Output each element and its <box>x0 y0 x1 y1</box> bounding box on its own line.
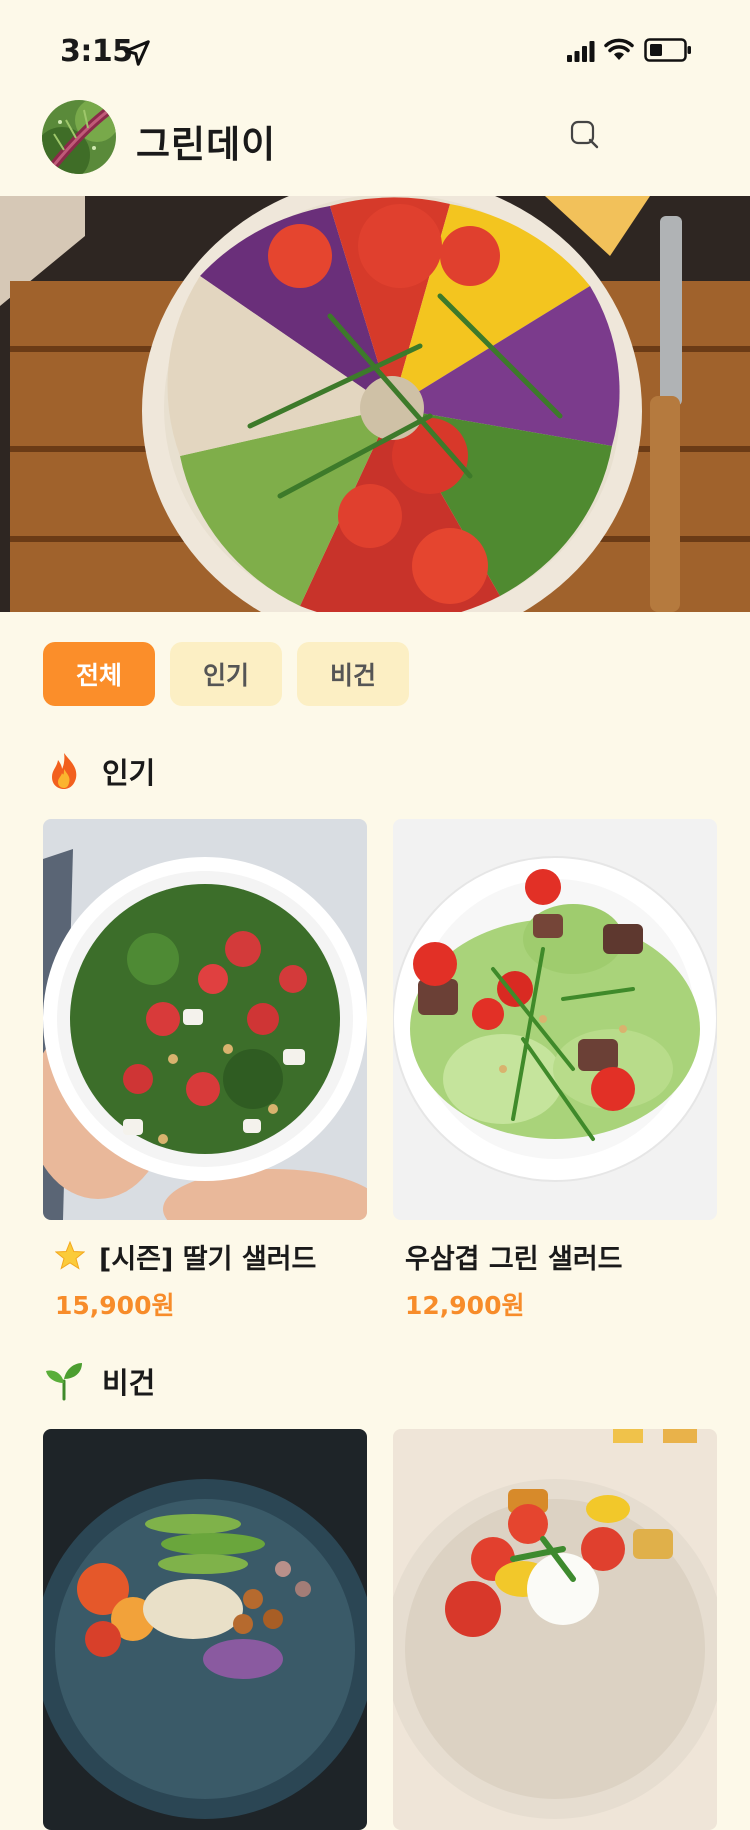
tab-vegan[interactable]: 비건 <box>297 642 409 706</box>
star-icon <box>55 1241 85 1270</box>
product-name-row: [시즌] 딸기 샐러드 <box>43 1238 367 1275</box>
product-image[interactable] <box>43 819 367 1220</box>
product-image[interactable] <box>393 819 717 1220</box>
section-title-popular: 인기 <box>44 750 155 792</box>
category-tabs: 전체 인기 비건 <box>43 642 409 706</box>
fire-icon <box>52 753 77 789</box>
section-title-text: 비건 <box>102 1366 156 1400</box>
product-card[interactable]: [시즌] 딸기 샐러드 15,900원 <box>43 819 367 1322</box>
product-image[interactable] <box>43 1429 367 1830</box>
hero-banner-image[interactable] <box>0 196 750 612</box>
search-icon[interactable] <box>568 118 602 152</box>
battery-icon <box>644 38 691 62</box>
section-title-text: 인기 <box>102 756 156 790</box>
product-image[interactable] <box>393 1429 717 1830</box>
app-header: 그린데이 <box>0 96 750 196</box>
product-price: 12,900원 <box>405 1291 525 1320</box>
app-title: 그린데이 <box>136 123 277 166</box>
product-card[interactable] <box>393 1429 717 1830</box>
location-arrow-icon <box>124 40 150 66</box>
product-name: [시즌] 딸기 샐러드 <box>99 1243 317 1275</box>
wifi-icon <box>604 38 634 60</box>
product-name-row: 우삼겹 그린 샐러드 <box>393 1238 717 1275</box>
product-name: 우삼겹 그린 샐러드 <box>405 1243 623 1275</box>
status-bar: 3:15 <box>0 0 750 90</box>
tab-all[interactable]: 전체 <box>43 642 155 706</box>
tab-popular[interactable]: 인기 <box>170 642 282 706</box>
product-price: 15,900원 <box>55 1291 175 1320</box>
section-title-vegan: 비건 <box>44 1360 155 1402</box>
seedling-icon <box>46 1363 82 1401</box>
product-card[interactable] <box>43 1429 367 1830</box>
product-card[interactable]: 우삼겹 그린 샐러드 12,900원 <box>393 819 717 1322</box>
avatar <box>42 100 116 174</box>
cellular-signal-icon <box>567 41 595 62</box>
